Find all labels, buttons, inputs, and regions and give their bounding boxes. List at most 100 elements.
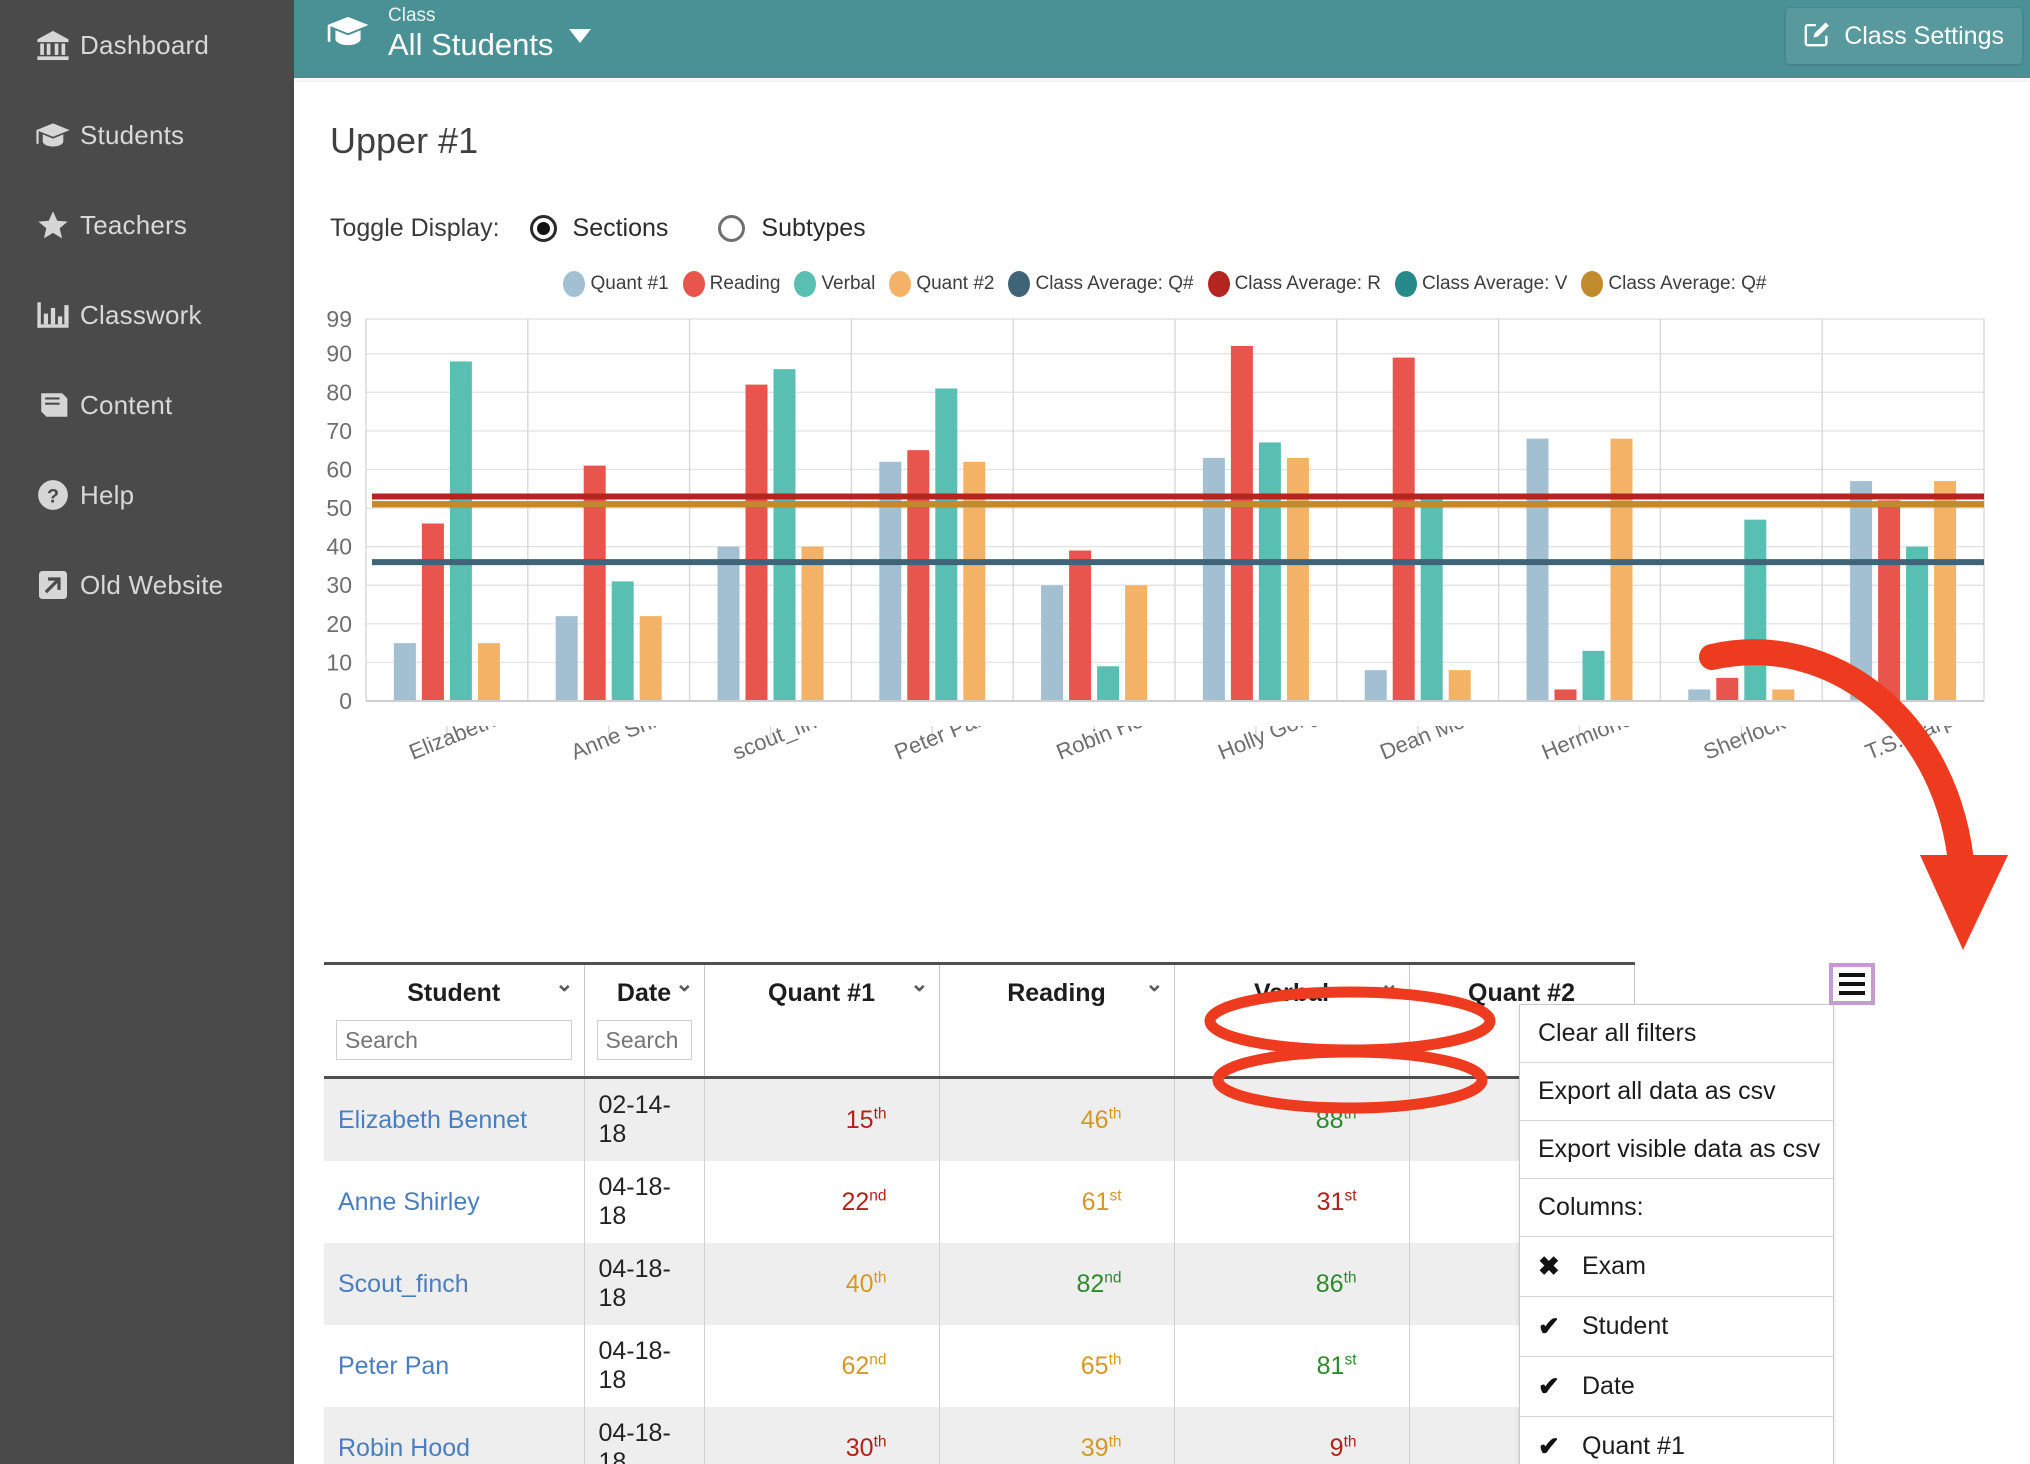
sidebar-item-classwork[interactable]: Classwork	[0, 270, 294, 360]
table-column-header[interactable]: Quant #1 ⌄	[704, 962, 940, 1079]
sidebar-item-dashboard[interactable]: Dashboard	[0, 0, 294, 90]
chart-bar[interactable]	[1125, 585, 1148, 701]
table-column-header[interactable]: Reading ⌄	[939, 962, 1175, 1079]
chart-bar[interactable]	[801, 546, 824, 701]
chevron-down-icon[interactable]: ⌄	[675, 973, 693, 995]
chevron-down-icon[interactable]: ⌄	[910, 973, 928, 995]
chart-bar[interactable]	[1610, 438, 1633, 701]
chart-bar[interactable]	[1526, 438, 1549, 701]
legend-entry[interactable]: Quant #2	[889, 271, 994, 297]
chart-bar[interactable]	[1554, 689, 1577, 701]
table-row[interactable]: Robin Hood04-18-1830th39th9th30th	[324, 1407, 1635, 1464]
chevron-down-icon[interactable]: ⌄	[1380, 973, 1398, 995]
legend-entry[interactable]: Reading	[682, 271, 780, 297]
chart-bar[interactable]	[1934, 481, 1957, 701]
chart-bar[interactable]	[1850, 481, 1873, 701]
chart-bar[interactable]	[1582, 650, 1605, 701]
menu-column-exam[interactable]: ✖ Exam	[1520, 1237, 1833, 1297]
cell-student[interactable]: Scout_finch	[324, 1243, 585, 1325]
chart-bar[interactable]	[1448, 670, 1471, 701]
main-content: Upper #1 Toggle Display: Sections Subtyp…	[294, 82, 2030, 1464]
chart-bar[interactable]	[1069, 550, 1092, 701]
table-menu-button[interactable]	[1829, 963, 1875, 1005]
chart-bar[interactable]	[477, 643, 500, 701]
chart-bar[interactable]	[773, 369, 796, 701]
chevron-down-icon[interactable]: ⌄	[1145, 973, 1163, 995]
table-row[interactable]: Anne Shirley04-18-1822nd61st31st22nd	[324, 1161, 1635, 1243]
legend-swatch-icon	[1207, 271, 1230, 297]
chart-bar[interactable]	[1364, 670, 1387, 701]
chart-bar[interactable]	[449, 361, 472, 701]
sidebar-item-content[interactable]: Content	[0, 360, 294, 450]
table-options-menu[interactable]: Clear all filters Export all data as csv…	[1519, 1004, 1834, 1464]
chart-bar[interactable]	[745, 384, 768, 701]
cell-reading: 46th	[939, 1077, 1175, 1161]
chart-bar[interactable]	[1744, 519, 1767, 701]
sidebar-item-old-website[interactable]: Old Website	[0, 540, 294, 630]
chevron-down-icon[interactable]	[569, 29, 592, 43]
chevron-down-icon[interactable]: ⌄	[555, 973, 573, 995]
legend-entry[interactable]: Class Average: Q#	[1008, 271, 1194, 297]
sidebar-item-students[interactable]: Students	[0, 90, 294, 180]
chart-bar[interactable]	[1258, 442, 1281, 701]
table-column-header[interactable]: Date ⌄	[584, 962, 705, 1079]
legend-entry[interactable]: Class Average: Q#	[1581, 271, 1767, 297]
chart-bar[interactable]	[1420, 496, 1443, 701]
menu-column-date[interactable]: ✔ Date	[1520, 1357, 1833, 1417]
chart-bar[interactable]	[1392, 357, 1415, 701]
question-circle-icon: ?	[26, 478, 80, 512]
table-row[interactable]: Elizabeth Bennet02-14-1815th46th88th15th	[324, 1077, 1635, 1161]
x-axis-tick-label: Elizabeth Bennet	[405, 726, 569, 765]
radio-icon-unselected[interactable]	[718, 215, 746, 242]
menu-item-clear-all-filters[interactable]: Clear all filters	[1520, 1005, 1833, 1063]
chart-bar[interactable]	[1230, 346, 1253, 701]
cell-student[interactable]: Elizabeth Bennet	[324, 1077, 585, 1161]
chart-bar[interactable]	[717, 546, 740, 701]
menu-item-export-all-csv[interactable]: Export all data as csv	[1520, 1063, 1833, 1121]
column-search-input[interactable]	[596, 1020, 692, 1060]
chart-bar[interactable]	[421, 523, 444, 701]
radio-label: Subtypes	[761, 214, 866, 242]
cell-verbal: 86th	[1174, 1243, 1410, 1325]
chart-bar[interactable]	[1716, 677, 1739, 701]
chart-bar[interactable]	[1041, 585, 1064, 701]
toggle-display-label: Toggle Display:	[330, 214, 500, 242]
cell-student[interactable]: Anne Shirley	[324, 1161, 585, 1243]
chart-bar[interactable]	[583, 465, 606, 701]
chart-bar[interactable]	[1878, 500, 1901, 701]
chart-bar[interactable]	[1688, 689, 1711, 701]
cell-student[interactable]: Peter Pan	[324, 1325, 585, 1407]
legend-label: Class Average: Q#	[1035, 273, 1194, 294]
chart-bar[interactable]	[393, 643, 416, 701]
chart-bar[interactable]	[1097, 666, 1120, 701]
chart-bar[interactable]	[907, 450, 930, 701]
class-selector[interactable]: Class All Students	[326, 4, 592, 62]
menu-item-export-visible-csv[interactable]: Export visible data as csv	[1520, 1121, 1833, 1179]
chart-bar[interactable]	[639, 616, 662, 701]
table-row[interactable]: Scout_finch04-18-1840th82nd86th40th	[324, 1243, 1635, 1325]
chart-bar[interactable]	[555, 616, 578, 701]
radio-option-sections[interactable]: Sections	[529, 214, 668, 243]
chart-bar[interactable]	[1772, 689, 1795, 701]
menu-column-quant1[interactable]: ✔ Quant #1	[1520, 1417, 1833, 1464]
cell-student[interactable]: Robin Hood	[324, 1407, 585, 1464]
legend-entry[interactable]: Verbal	[794, 271, 875, 297]
sidebar-item-teachers[interactable]: Teachers	[0, 180, 294, 270]
radio-option-subtypes[interactable]: Subtypes	[718, 214, 866, 243]
chart-bar[interactable]	[611, 581, 634, 701]
legend-entry[interactable]: Quant #1	[563, 271, 669, 297]
table-column-header[interactable]: Verbal ⌄	[1174, 962, 1410, 1079]
star-icon	[26, 208, 80, 242]
sidebar-item-help[interactable]: ? Help	[0, 450, 294, 540]
menu-column-student[interactable]: ✔ Student	[1520, 1297, 1833, 1357]
cell-verbal: 31st	[1174, 1161, 1410, 1243]
chart-bar[interactable]	[1906, 546, 1929, 701]
radio-icon-selected[interactable]	[529, 215, 557, 242]
legend-entry[interactable]: Class Average: R	[1207, 271, 1381, 297]
table-column-header[interactable]: Student ⌄	[324, 962, 585, 1079]
column-search-input[interactable]	[336, 1020, 572, 1060]
table-row[interactable]: Peter Pan04-18-1862nd65th81st62nd	[324, 1325, 1635, 1407]
class-settings-button[interactable]: Class Settings	[1786, 8, 2022, 64]
chart-bar[interactable]	[935, 388, 958, 701]
legend-entry[interactable]: Class Average: V	[1395, 271, 1567, 297]
